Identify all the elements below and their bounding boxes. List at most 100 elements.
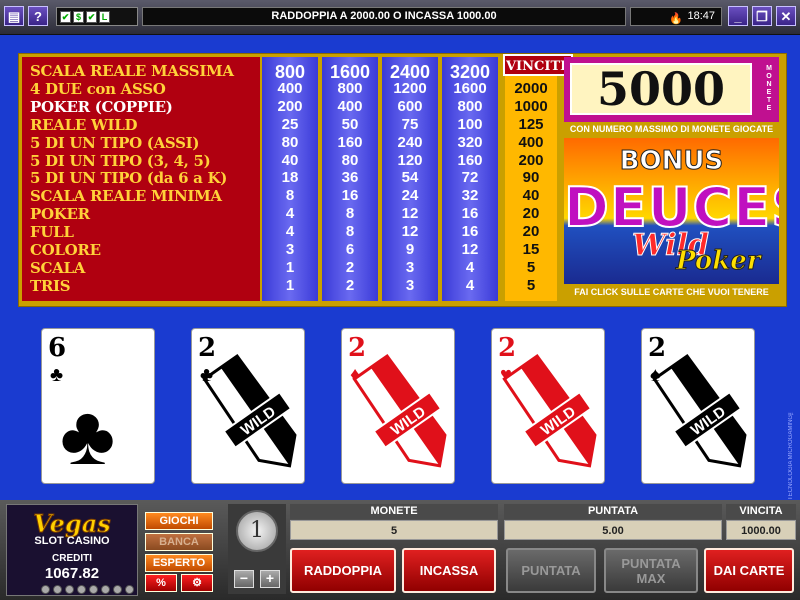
bet-value: 5.00 xyxy=(504,520,722,540)
pay-cell: 9 xyxy=(405,241,415,258)
expert-button[interactable]: ESPERTO xyxy=(145,554,213,572)
playing-card[interactable]: WILD 2 ♥ xyxy=(491,328,605,484)
check-icon: ✔ xyxy=(86,10,97,23)
bet-button[interactable]: PUNTATA xyxy=(506,548,596,593)
logo-bonus: BONUS xyxy=(619,146,724,177)
win-value: 1000.00 xyxy=(726,520,796,540)
winnings-cell: 2000 xyxy=(514,79,548,97)
pay-cell: 600 xyxy=(397,97,423,115)
playing-card[interactable]: ♣ 6 ♣ xyxy=(41,328,155,484)
cash-icon: $ xyxy=(73,10,84,23)
flame-icon: 🔥 xyxy=(669,13,683,25)
pay-cell: 200 xyxy=(277,97,303,115)
pay-cell: 54 xyxy=(401,169,419,187)
pay-cell: 8 xyxy=(345,205,355,223)
logo-poker: Poker xyxy=(675,246,761,277)
card-rank: 2 xyxy=(198,333,217,363)
hand-name: FULL xyxy=(30,223,74,242)
pay-cell: 320 xyxy=(457,133,483,151)
hand-name: TRIS xyxy=(30,276,71,295)
coin-value[interactable]: 1 xyxy=(236,510,278,552)
pay-cell: 6 xyxy=(345,241,355,258)
percent-button[interactable]: % xyxy=(145,574,177,592)
winnings-cell: 90 xyxy=(522,169,540,187)
pay-cell: 24 xyxy=(401,187,419,205)
pay-cell: 32 xyxy=(461,187,479,205)
settings-icon[interactable]: ⚙ xyxy=(181,574,213,592)
pay-cell: 120 xyxy=(397,151,423,169)
help-button[interactable]: ? xyxy=(28,6,48,26)
pay-cell: 800 xyxy=(337,79,363,97)
minimize-button[interactable]: _ xyxy=(728,6,748,26)
coin-minus-button[interactable]: − xyxy=(234,570,254,588)
card-rank: 6 xyxy=(48,333,67,363)
double-up-button[interactable]: RADDOPPIA xyxy=(290,548,396,593)
hand-name: POKER (COPPIE) xyxy=(30,97,173,116)
playing-card[interactable]: WILD 2 ♠ xyxy=(641,328,755,484)
winnings-cell: 40 xyxy=(522,187,540,205)
hand-name: SCALA REALE MINIMA xyxy=(30,187,222,206)
pay-cell: 80 xyxy=(281,133,299,151)
pay-cell: 3 xyxy=(405,276,415,294)
pay-cell: 1200 xyxy=(393,79,427,97)
pay-cell: 1 xyxy=(285,276,295,294)
credits-label: CREDITI xyxy=(52,553,92,564)
list-icon: L xyxy=(99,10,110,23)
card-rank: 2 xyxy=(348,333,367,363)
playing-card[interactable]: WILD 2 ♦ xyxy=(341,328,455,484)
games-button[interactable]: GIOCHI xyxy=(145,512,213,530)
pay-cell: 18 xyxy=(281,169,299,187)
bank-button[interactable]: BANCA xyxy=(145,533,213,551)
winnings-cell: 1000 xyxy=(514,97,548,115)
pay-cell: 3 xyxy=(285,241,295,258)
pay-cell: 4 xyxy=(465,276,475,294)
hand-name: 4 DUE con ASSO xyxy=(30,79,166,98)
pay-cell: 8 xyxy=(345,223,355,241)
playing-card[interactable]: WILD 2 ♣ xyxy=(191,328,305,484)
winnings-cell: 200 xyxy=(518,151,544,169)
close-button[interactable]: ✕ xyxy=(776,6,796,26)
winnings-cell: 5 xyxy=(526,258,536,276)
pay-cell: 4 xyxy=(285,205,295,223)
hand-name: REALE WILD xyxy=(30,115,138,134)
restore-button[interactable]: ❐ xyxy=(752,6,772,26)
card-suit-icon: ♥ xyxy=(500,364,512,386)
coins-label: MONETE xyxy=(290,504,498,519)
hand-name: COLORE xyxy=(30,241,101,259)
hand-name: 5 DI UN TIPO (da 6 a K) xyxy=(30,169,228,188)
jackpot-panel: 5000 MONETE xyxy=(564,57,779,122)
pay-cell: 2 xyxy=(345,276,355,294)
pay-cell: 16 xyxy=(461,223,479,241)
hold-hint: FAI CLICK SULLE CARTE CHE VUOI TENERE xyxy=(574,287,769,297)
game-logo: BONUS DEUCES Wild Poker xyxy=(564,138,779,284)
hand-name: 5 DI UN TIPO (3, 4, 5) xyxy=(30,151,211,170)
status-indicators: ✔ $ ✔ L xyxy=(56,7,138,26)
jackpot-value: 5000 xyxy=(570,63,752,115)
coin-plus-button[interactable]: + xyxy=(260,570,280,588)
bet-label: PUNTATA xyxy=(504,504,722,519)
pay-cell: 12 xyxy=(401,223,419,241)
pay-cell: 8 xyxy=(285,187,295,205)
pay-cell: 4 xyxy=(465,258,475,276)
pay-cell: 100 xyxy=(457,115,483,133)
bet-max-button[interactable]: PUNTATA MAX xyxy=(604,548,698,593)
casino-logo-subtitle: SLOT CASINO xyxy=(34,535,110,547)
card-suit-icon: ♦ xyxy=(350,364,361,386)
technology-credit: TECNOLOGIA MICROGAMING™ xyxy=(788,408,794,500)
hand-name: POKER xyxy=(30,205,90,224)
pay-column-3: 2400 1200 600 75 240 120 54 24 12 12 9 3 3 xyxy=(382,57,438,301)
menu-icon[interactable]: ▤ xyxy=(4,6,24,26)
pay-cell: 800 xyxy=(457,97,483,115)
pay-cell: 75 xyxy=(401,115,419,133)
pay-cell: 160 xyxy=(337,133,363,151)
pay-cell: 16 xyxy=(341,187,359,205)
pay-cell: 50 xyxy=(341,115,359,133)
winnings-cell: 20 xyxy=(522,205,540,223)
pay-cell: 80 xyxy=(341,151,359,169)
card-rank: 2 xyxy=(498,333,517,363)
pay-cell: 36 xyxy=(341,169,359,187)
win-label: VINCITA xyxy=(726,504,796,519)
deal-button[interactable]: DAI CARTE xyxy=(704,548,794,593)
collect-button[interactable]: INCASSA xyxy=(402,548,496,593)
winnings-cell: 20 xyxy=(522,223,540,241)
